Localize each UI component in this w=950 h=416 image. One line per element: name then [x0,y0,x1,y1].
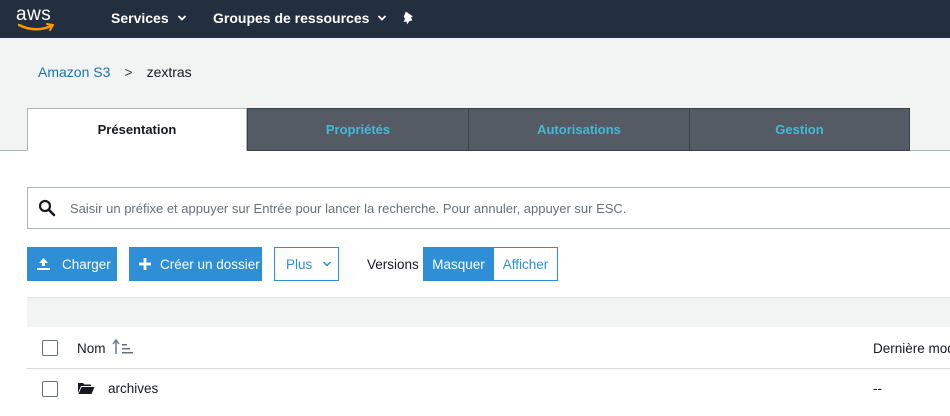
row-last-modified: -- [873,381,882,396]
breadcrumb-separator: > [124,64,133,80]
table-toolbar-band [27,297,950,327]
column-header-last-modified[interactable]: Dernière modi [873,341,950,356]
select-all-checkbox[interactable] [42,340,58,356]
create-folder-button-label: Créer un dossier [160,256,260,272]
upload-icon [37,258,50,270]
search-icon [38,199,56,217]
chevron-down-icon [378,15,387,21]
tab-properties[interactable]: Propriétés [247,108,469,151]
resource-groups-menu[interactable]: Groupes de ressources [213,10,387,26]
plus-icon [139,258,151,270]
tab-permissions[interactable]: Autorisations [468,108,690,151]
more-actions-dropdown[interactable]: Plus [274,247,339,281]
search-bar [27,187,950,229]
versions-hide-toggle[interactable]: Masquer [423,247,494,281]
breadcrumb-amazon-s3[interactable]: Amazon S3 [38,64,110,80]
upload-button[interactable]: Charger [27,247,117,281]
sort-ascending-icon[interactable] [112,337,134,357]
resource-groups-menu-label: Groupes de ressources [213,10,370,26]
row-checkbox[interactable] [42,381,58,397]
aws-logo[interactable]: aws [16,4,58,34]
create-folder-button[interactable]: Créer un dossier [129,247,262,281]
services-menu-label: Services [111,10,169,26]
column-header-name[interactable]: Nom [77,341,106,356]
top-nav-bar: aws Services Groupes de ressources [0,0,950,38]
table-row[interactable]: archives -- [27,369,950,409]
versions-label: Versions [367,257,419,272]
services-menu[interactable]: Services [111,10,187,26]
chevron-down-icon [177,15,186,21]
breadcrumb-current-bucket: zextras [146,64,192,80]
chevron-down-icon [323,261,332,267]
pin-icon[interactable] [401,10,417,26]
tab-management[interactable]: Gestion [689,108,910,151]
upload-button-label: Charger [62,256,111,272]
versions-show-toggle[interactable]: Afficher [493,247,558,281]
table-header-row: Nom Dernière modi [27,327,950,369]
search-input[interactable] [70,200,890,216]
aws-smile-icon [17,23,54,31]
breadcrumb: Amazon S3 > zextras [38,64,192,80]
tab-presentation[interactable]: Présentation [27,108,247,151]
folder-open-icon [78,383,95,394]
row-name-link[interactable]: archives [108,381,158,396]
more-actions-label: Plus [286,256,313,272]
